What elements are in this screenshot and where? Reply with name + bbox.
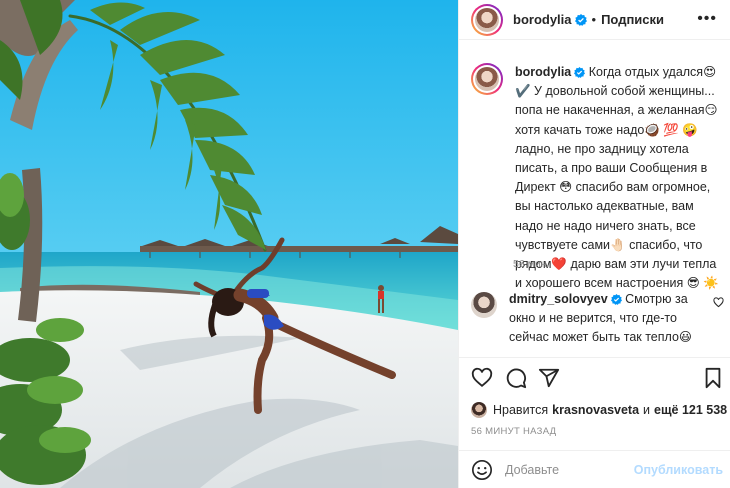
- caption-avatar-ring[interactable]: [471, 63, 503, 95]
- comment-bubble-icon[interactable]: [505, 367, 527, 389]
- comment-text-block: dmitry_solovyev Смотрю за окно и не вери…: [509, 290, 709, 348]
- comment: dmitry_solovyev Смотрю за окно и не вери…: [471, 290, 725, 348]
- liker-avatar[interactable]: [471, 402, 487, 418]
- likes-summary: Нравится krasnovasveta и ещё 121 538: [471, 402, 727, 418]
- caption-verified-badge-icon: [574, 67, 586, 78]
- share-send-icon[interactable]: [538, 367, 560, 389]
- header-separator: •: [591, 12, 597, 27]
- post-header: borodylia • Подписки •••: [459, 0, 730, 40]
- caption-username[interactable]: borodylia: [515, 65, 571, 79]
- comment-username[interactable]: dmitry_solovyev: [509, 292, 608, 306]
- caption: borodylia Когда отдых удался😍 ✔️ У довол…: [471, 63, 725, 293]
- like-heart-icon[interactable]: [471, 367, 493, 389]
- caption-time: 56 мин.: [513, 258, 550, 270]
- save-bookmark-icon[interactable]: [703, 367, 723, 389]
- post-photo[interactable]: [0, 0, 458, 488]
- emoji-smiley-icon[interactable]: [471, 459, 493, 481]
- caption-body: Когда отдых удался😍 ✔️ У довольной собой…: [515, 65, 719, 291]
- post-timestamp[interactable]: 56 МИНУТ НАЗАД: [471, 426, 556, 437]
- verified-badge-icon: [574, 13, 587, 26]
- publish-button[interactable]: Опубликовать: [634, 463, 723, 477]
- add-comment-bar: Добавьте Опубликовать: [459, 450, 730, 488]
- author-avatar[interactable]: [475, 7, 499, 32]
- comment-avatar[interactable]: [471, 292, 497, 318]
- following-button[interactable]: Подписки: [601, 12, 664, 27]
- comment-verified-badge-icon: [610, 294, 622, 305]
- post-actions-bar: [459, 357, 730, 397]
- more-options-icon[interactable]: •••: [697, 11, 717, 27]
- beach-photo-illustration: [0, 0, 458, 488]
- likes-count[interactable]: ещё 121 538: [654, 403, 727, 417]
- liker-username[interactable]: krasnovasveta: [552, 403, 639, 417]
- author-avatar-ring[interactable]: [471, 3, 503, 36]
- author-username[interactable]: borodylia: [513, 12, 572, 27]
- post-side-panel: borodylia • Подписки ••• borodylia Когда…: [458, 0, 730, 488]
- instagram-post: borodylia • Подписки ••• borodylia Когда…: [0, 0, 730, 488]
- comment-input[interactable]: Добавьте: [505, 463, 559, 477]
- comment-like-heart-icon[interactable]: [713, 297, 724, 308]
- likes-and: и: [643, 403, 651, 417]
- caption-avatar[interactable]: [475, 67, 499, 91]
- likes-prefix: Нравится: [493, 403, 549, 417]
